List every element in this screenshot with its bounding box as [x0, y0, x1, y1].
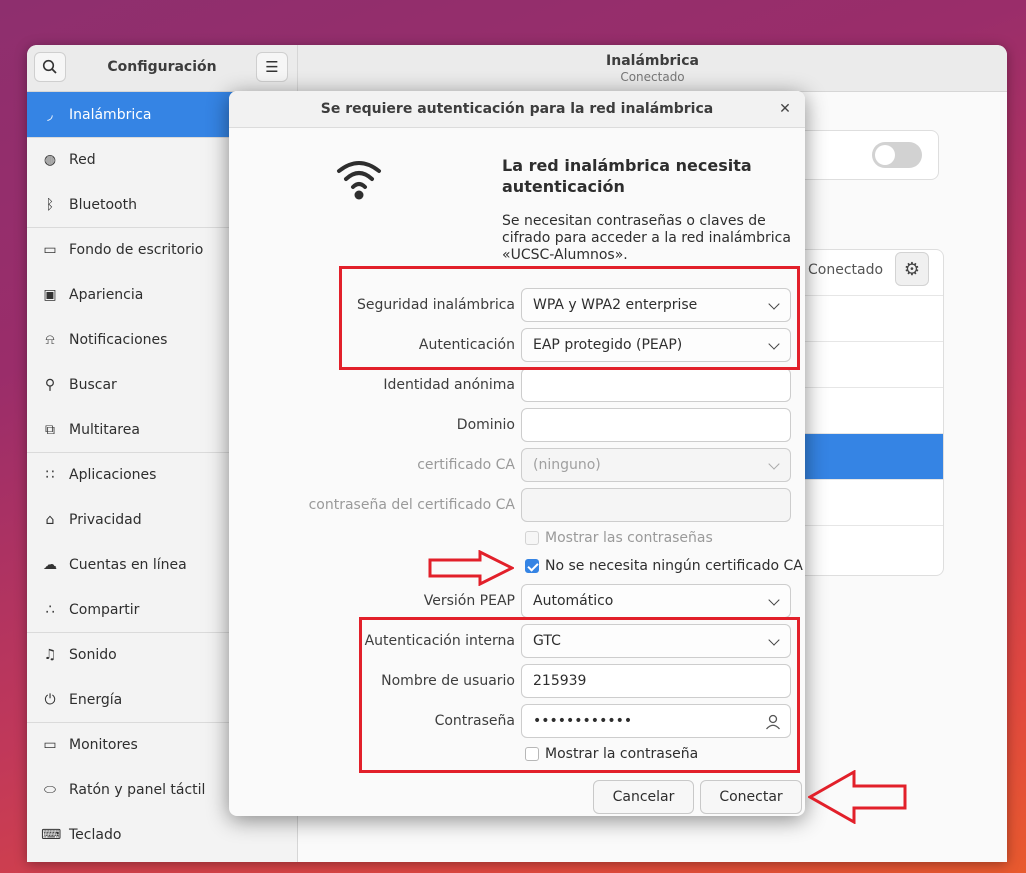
apps-grid-icon: ∷: [45, 467, 55, 483]
annotation-box-credentials: [359, 617, 800, 773]
ca-cert-password-input[interactable]: [521, 488, 791, 522]
cancel-button[interactable]: Cancelar: [593, 780, 694, 814]
share-icon: ∴: [45, 601, 55, 618]
anon-identity-row: Identidad anónima: [229, 368, 805, 402]
list-item[interactable]: [798, 296, 943, 342]
hamburger-icon: ☰: [265, 58, 279, 76]
chevron-down-icon: [768, 458, 780, 470]
show-passwords-label: Mostrar las contraseñas: [545, 530, 713, 546]
main-header: Inalámbrica Conectado ⋮ – □ ✕: [298, 45, 1007, 92]
sidebar-item-label: Inalámbrica: [69, 106, 152, 123]
airplane-mode-toggle[interactable]: [872, 142, 922, 168]
multitask-icon: ⧉: [45, 421, 55, 438]
network-settings-button[interactable]: ⚙: [895, 252, 929, 286]
no-ca-needed-label: No se necesita ningún certificado CA: [545, 558, 803, 574]
sidebar-item-label: Notificaciones: [69, 331, 168, 348]
cloud-icon: ☁: [43, 556, 57, 573]
checkbox-checked[interactable]: [525, 559, 539, 573]
sidebar-item-teclado[interactable]: ⌨ Teclado: [27, 812, 297, 857]
peap-version-select[interactable]: Automático: [521, 584, 791, 618]
peap-version-value: Automático: [533, 593, 614, 609]
monitor-icon: ▭: [43, 242, 57, 258]
no-ca-needed-checkbox[interactable]: No se necesita ningún certificado CA: [525, 556, 803, 576]
sidebar-item-label: Cuentas en línea: [69, 556, 187, 573]
dialog-heading: La red inalámbrica necesita autenticació…: [502, 156, 752, 196]
sidebar-item-label: Apariencia: [69, 286, 144, 303]
sidebar-item-label: Ratón y panel táctil: [69, 781, 206, 798]
list-item[interactable]: [798, 526, 943, 572]
connect-button[interactable]: Conectar: [700, 780, 802, 814]
peap-version-row: Versión PEAP Automático: [229, 584, 805, 618]
display-icon: ▭: [43, 737, 57, 753]
appearance-icon: ▣: [43, 286, 57, 303]
sidebar-item-label: Fondo de escritorio: [69, 242, 204, 258]
dialog-title: Se requiere autenticación para la red in…: [229, 91, 805, 128]
checkbox-box[interactable]: [525, 531, 539, 545]
annotation-arrow-left-icon: [808, 770, 907, 824]
sidebar-item-label: Bluetooth: [69, 196, 137, 213]
ca-cert-label: certificado CA: [417, 457, 515, 473]
show-passwords-checkbox[interactable]: Mostrar las contraseñas: [525, 528, 713, 548]
sidebar-item-label: Aplicaciones: [69, 467, 157, 483]
wifi-icon: ◞: [47, 106, 53, 123]
sidebar-item-label: Red: [69, 152, 96, 168]
annotation-arrow-right-icon: [428, 550, 514, 586]
lock-icon: ⌂: [45, 511, 55, 528]
page-subtitle: Conectado: [620, 70, 685, 84]
sidebar-item-label: Buscar: [69, 376, 117, 393]
list-item[interactable]: [798, 388, 943, 434]
ca-cert-password-row: contraseña del certificado CA: [229, 488, 805, 522]
domain-input[interactable]: [521, 408, 791, 442]
ca-cert-password-label: contraseña del certificado CA: [308, 497, 515, 513]
power-icon: ⏻: [44, 691, 56, 708]
ca-cert-select[interactable]: (ninguno): [521, 448, 791, 482]
list-item[interactable]: [798, 342, 943, 388]
gear-icon: ⚙: [903, 258, 921, 280]
globe-icon: ◍: [43, 152, 57, 168]
anon-identity-label: Identidad anónima: [383, 377, 515, 393]
list-item-selected[interactable]: [798, 434, 943, 480]
sidebar-item-label: Teclado: [69, 826, 122, 843]
connected-status: Conectado: [808, 262, 884, 278]
header-titles: Inalámbrica Conectado: [298, 53, 1007, 84]
sidebar-item-label: Compartir: [69, 601, 140, 618]
dialog-close-button[interactable]: ✕: [775, 99, 795, 119]
chevron-down-icon: [768, 594, 780, 606]
list-item[interactable]: [798, 480, 943, 526]
menu-button[interactable]: ☰: [256, 52, 288, 82]
ca-cert-value: (ninguno): [533, 457, 601, 473]
sidebar-item-label: Multitarea: [69, 421, 140, 438]
sidebar-item-label: Energía: [69, 691, 123, 708]
domain-row: Dominio: [229, 408, 805, 442]
sidebar-item-label: Privacidad: [69, 511, 142, 528]
bluetooth-icon: ᛒ: [45, 196, 55, 213]
ca-cert-row: certificado CA (ninguno): [229, 448, 805, 482]
sidebar-item-label: Monitores: [69, 737, 138, 753]
mouse-icon: ⬭: [44, 781, 56, 798]
bell-icon: ⍾: [45, 331, 55, 348]
page-title: Inalámbrica: [606, 53, 699, 69]
wifi-icon: [337, 161, 381, 200]
network-list: [798, 249, 944, 576]
sidebar-header: Configuración ☰: [27, 45, 298, 92]
peap-version-label: Versión PEAP: [423, 593, 515, 609]
search-icon: ⚲: [44, 376, 56, 393]
close-icon: ✕: [779, 101, 791, 117]
dialog-description: Se necesitan contraseñas o claves de cif…: [502, 213, 791, 263]
sidebar-item-label: Sonido: [69, 647, 117, 663]
domain-label: Dominio: [456, 417, 515, 433]
annotation-box-security: [339, 266, 800, 370]
keyboard-icon: ⌨: [41, 826, 62, 843]
music-note-icon: ♫: [43, 647, 57, 663]
anon-identity-input[interactable]: [521, 368, 791, 402]
